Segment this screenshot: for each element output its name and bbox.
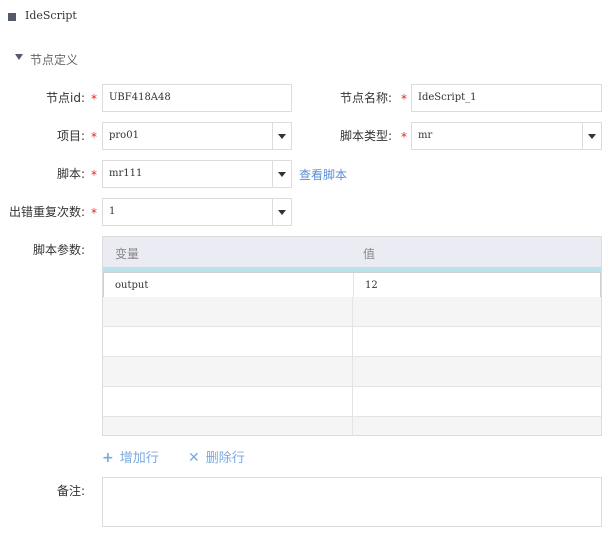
node-id-field[interactable]: UBF418A48: [102, 84, 292, 112]
remark-label: 备注:: [56, 484, 85, 498]
app-title: IdeScript: [25, 9, 77, 22]
node-name-field[interactable]: IdeScript_1: [411, 84, 602, 112]
retry-select[interactable]: 1: [102, 198, 292, 226]
table-row[interactable]: [103, 357, 601, 387]
required-mark: *: [91, 92, 97, 106]
required-mark: *: [91, 168, 97, 182]
table-row[interactable]: [103, 297, 601, 327]
plus-icon: +: [102, 450, 114, 466]
script-select[interactable]: mr111: [102, 160, 292, 188]
retry-label: 出错重复次数:: [8, 205, 85, 219]
node-name-label: 节点名称:: [339, 91, 392, 105]
required-mark: *: [401, 92, 407, 106]
node-id-label: 节点id:: [46, 91, 85, 105]
remark-textarea[interactable]: [102, 477, 602, 527]
project-value: pro01: [109, 130, 139, 141]
script-type-select[interactable]: mr: [411, 122, 602, 150]
dropdown-arrow-icon[interactable]: [272, 199, 291, 225]
project-label: 项目:: [56, 129, 85, 143]
collapse-triangle-icon[interactable]: [15, 54, 23, 60]
add-row-label: 增加行: [119, 451, 159, 466]
params-label: 脚本参数:: [32, 243, 85, 257]
table-row[interactable]: [103, 417, 601, 435]
view-script-link[interactable]: 查看脚本: [299, 166, 347, 183]
variable-value: output: [115, 280, 149, 291]
script-type-label: 脚本类型:: [339, 129, 392, 143]
script-type-value: mr: [418, 130, 433, 141]
project-select[interactable]: pro01: [102, 122, 292, 150]
delete-row-button[interactable]: ✕ 删除行: [188, 447, 245, 466]
required-mark: *: [401, 130, 407, 144]
add-row-button[interactable]: + 增加行: [102, 447, 159, 466]
script-value: mr111: [109, 168, 143, 179]
required-mark: *: [91, 206, 97, 220]
app-icon: [8, 13, 16, 21]
retry-value: 1: [109, 206, 116, 217]
script-label: 脚本:: [56, 167, 85, 181]
dropdown-arrow-icon[interactable]: [272, 123, 291, 149]
dropdown-arrow-icon[interactable]: [272, 161, 291, 187]
table-row[interactable]: [103, 327, 601, 357]
delete-row-label: 删除行: [205, 451, 245, 466]
required-mark: *: [91, 130, 97, 144]
column-header-variable: 变量: [115, 247, 140, 261]
section-title[interactable]: 节点定义: [30, 51, 78, 68]
column-header-value: 值: [363, 247, 376, 261]
dropdown-arrow-icon[interactable]: [582, 123, 601, 149]
params-grid: 变量 值 output 12: [102, 236, 602, 436]
table-row[interactable]: [103, 387, 601, 417]
close-icon: ✕: [188, 450, 200, 466]
grid-header: 变量 值: [103, 237, 601, 267]
value-cell[interactable]: 12: [365, 280, 378, 291]
